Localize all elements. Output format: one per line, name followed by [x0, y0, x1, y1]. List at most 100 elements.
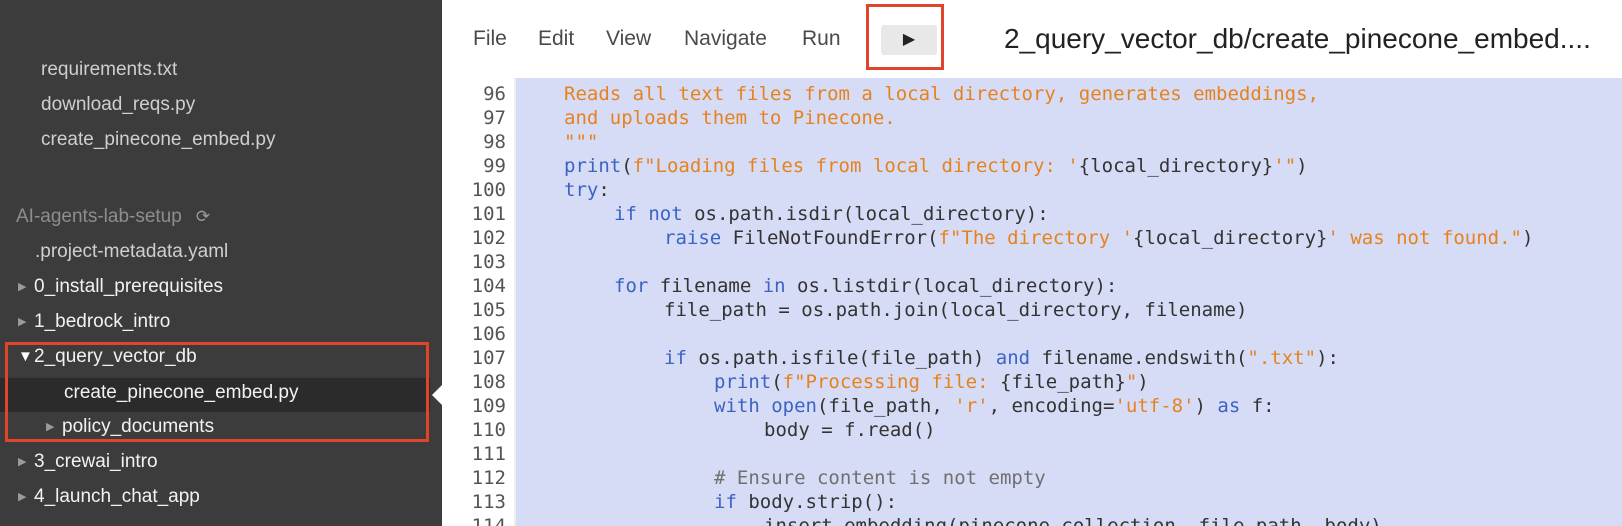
selection-pointer [432, 385, 442, 405]
code-token: ( [621, 155, 633, 177]
line-number: 110 [471, 419, 506, 441]
line-number: 99 [483, 155, 506, 177]
code-token: 'utf-8' [1114, 395, 1195, 417]
code-token: os.path.isfile(file_path) [686, 347, 996, 369]
code-token: open [771, 395, 817, 417]
folder-label: 3_crewai_intro [34, 451, 158, 473]
code-token: filename [648, 275, 763, 297]
line-number: 111 [471, 443, 506, 465]
file-download-reqs[interactable]: download_reqs.py [41, 89, 195, 121]
line-number: 108 [471, 371, 506, 393]
line-number: 101 [471, 203, 506, 225]
line-number: 106 [471, 323, 506, 345]
line-number: 102 [471, 227, 506, 249]
caret-right-icon: ▶ [18, 281, 27, 293]
code-token: with [714, 395, 760, 417]
code-token: print [564, 155, 622, 177]
menu-run[interactable]: Run [802, 0, 841, 78]
code-token: f: [1240, 395, 1275, 417]
line-number: 104 [471, 275, 506, 297]
code-token: {file_path} [1000, 371, 1126, 393]
line-number: 103 [471, 251, 506, 273]
code-token: body.strip(): [736, 491, 898, 513]
run-button[interactable]: ▶ [881, 25, 937, 55]
code-text: and uploads them to Pinecone. [564, 107, 896, 129]
code-token: FileNotFoundError( [721, 227, 939, 249]
code-token: '" [1273, 155, 1297, 177]
code-text: Reads all text files from a local direct… [564, 83, 1319, 105]
folder-label: 1_bedrock_intro [34, 311, 171, 333]
code-token: filename.endswith( [1030, 347, 1248, 369]
code-text: body = f.read() [764, 419, 936, 441]
folder-label: 0_install_prerequisites [34, 276, 224, 298]
folder-1-bedrock-intro[interactable]: ▶ 1_bedrock_intro [18, 306, 170, 338]
line-number: 96 [483, 83, 506, 105]
code-token: ( [771, 371, 783, 393]
file-create-pinecone-embed-top[interactable]: create_pinecone_embed.py [41, 124, 276, 156]
line-number: 112 [471, 467, 506, 489]
code-token: if [714, 491, 737, 513]
caret-right-icon: ▶ [18, 316, 27, 328]
project-name: AI-agents-lab-setup [16, 206, 182, 227]
file-explorer-sidebar: requirements.txt download_reqs.py create… [0, 0, 442, 526]
menu-navigate[interactable]: Navigate [684, 0, 767, 78]
code-comment: # Ensure content is not empty [714, 467, 1046, 489]
code-token: os.path.isdir(local_directory): [682, 203, 1049, 225]
line-number: 100 [471, 179, 506, 201]
caret-right-icon: ▶ [18, 491, 27, 503]
file-project-metadata[interactable]: .project-metadata.yaml [35, 236, 228, 268]
code-token: : [598, 179, 610, 201]
file-title: 2_query_vector_db/create_pinecone_embed.… [1004, 23, 1591, 54]
code-token: ' was not found." [1327, 227, 1522, 249]
line-number: 113 [471, 491, 506, 513]
line-number: 114 [471, 515, 506, 526]
code-token: os.listdir(local_directory): [785, 275, 1118, 297]
code-token: 'r' [954, 395, 989, 417]
menu-file[interactable]: File [473, 0, 507, 78]
gutter-divider [514, 78, 516, 526]
line-number: 109 [471, 395, 506, 417]
line-number: 98 [483, 131, 506, 153]
code-token: ) [1296, 155, 1308, 177]
menu-view[interactable]: View [606, 0, 651, 78]
code-token: {local_directory} [1133, 227, 1328, 249]
code-text: file_path = os.path.join(local_directory… [664, 299, 1248, 321]
code-token: for [614, 275, 649, 297]
folder-0-install-prerequisites[interactable]: ▶ 0_install_prerequisites [18, 271, 223, 303]
code-text: insert_embedding(pinecone_collection, fi… [764, 515, 1382, 526]
code-token: f"The directory ' [938, 227, 1134, 249]
code-token: ) [1194, 395, 1218, 417]
code-text: """ [564, 131, 599, 153]
refresh-icon[interactable]: ⟳ [196, 201, 210, 233]
code-token: (file_path, [816, 395, 955, 417]
code-token: f"Processing file: [782, 371, 1000, 393]
folder-3-crewai-intro[interactable]: ▶ 3_crewai_intro [18, 446, 158, 478]
line-number: 97 [483, 107, 506, 129]
code-editor[interactable]: 96 Reads all text files from a local dire… [442, 78, 1622, 526]
code-token: if not [614, 203, 683, 225]
menu-edit[interactable]: Edit [538, 0, 574, 78]
code-token: , encoding= [988, 395, 1115, 417]
code-token: as [1217, 395, 1241, 417]
code-token: f"Loading files from local directory: ' [632, 155, 1079, 177]
line-number: 107 [471, 347, 506, 369]
play-icon: ▶ [902, 31, 916, 48]
code-token: ) [1137, 371, 1149, 393]
project-header: AI-agents-lab-setup ⟳ [16, 201, 210, 233]
code-token: ): [1316, 347, 1339, 369]
file-requirements-txt[interactable]: requirements.txt [41, 54, 177, 86]
line-number: 105 [471, 299, 506, 321]
highlight-box-folder [5, 342, 429, 442]
folder-4-launch-chat-app[interactable]: ▶ 4_launch_chat_app [18, 481, 200, 513]
highlight-box-run: ▶ [866, 4, 944, 70]
code-token: in [762, 275, 786, 297]
caret-right-icon: ▶ [18, 456, 27, 468]
menubar: File Edit View Navigate Run ▶ 2_query_ve… [442, 0, 1622, 79]
code-token: {local_directory} [1078, 155, 1274, 177]
folder-label: 4_launch_chat_app [34, 486, 200, 508]
code-token: raise [664, 227, 722, 249]
code-token: print [714, 371, 772, 393]
code-token: and [995, 347, 1031, 369]
code-token: try [564, 179, 599, 201]
